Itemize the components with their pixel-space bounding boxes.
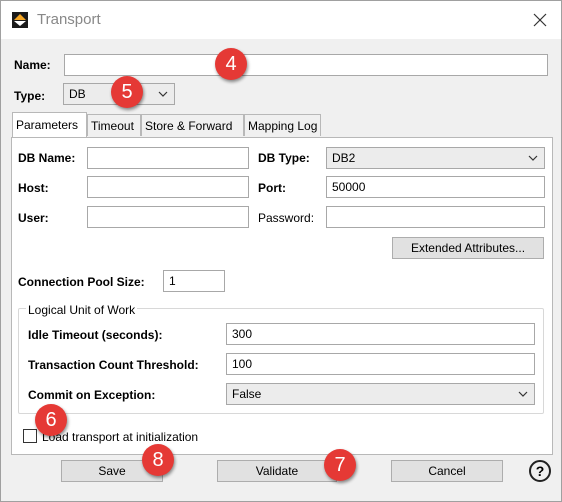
help-icon[interactable]: ?	[529, 460, 551, 482]
idle-timeout-input[interactable]: 300	[226, 323, 535, 345]
validate-button[interactable]: Validate	[217, 460, 337, 482]
close-button[interactable]	[523, 5, 557, 35]
type-select-value: DB	[69, 87, 86, 101]
db-type-select-value: DB2	[332, 151, 356, 165]
transaction-count-input[interactable]: 100	[226, 353, 535, 375]
app-logo-icon	[12, 12, 28, 28]
annotation-badge-6: 6	[35, 404, 67, 436]
luw-legend: Logical Unit of Work	[26, 303, 138, 317]
commit-select-value: False	[232, 387, 262, 401]
annotation-badge-7: 7	[324, 449, 356, 481]
window-title: Transport	[37, 11, 101, 28]
host-label: Host:	[18, 181, 49, 195]
tab-timeout[interactable]: Timeout	[87, 114, 141, 136]
title-bar: Transport	[1, 1, 561, 39]
db-type-select[interactable]: DB2	[326, 147, 545, 169]
tab-parameters[interactable]: Parameters	[12, 112, 87, 138]
annotation-badge-4: 4	[215, 48, 247, 80]
close-icon	[533, 13, 547, 27]
port-input[interactable]: 50000	[326, 176, 545, 198]
idle-timeout-label: Idle Timeout (seconds):	[28, 328, 163, 342]
type-label: Type:	[14, 89, 46, 103]
port-label: Port:	[258, 181, 286, 195]
password-input[interactable]	[326, 206, 545, 228]
user-label: User:	[18, 211, 49, 225]
connection-pool-input[interactable]: 1	[163, 270, 225, 292]
tab-mapping-log[interactable]: Mapping Log	[244, 114, 321, 136]
user-input[interactable]	[87, 206, 249, 228]
name-label: Name:	[14, 58, 51, 72]
transport-dialog: Transport Name: Type: DB Parameters Time…	[0, 0, 562, 502]
name-input[interactable]	[64, 54, 548, 76]
annotation-badge-5: 5	[111, 76, 143, 108]
tab-store-forward[interactable]: Store & Forward	[141, 114, 244, 136]
db-type-label: DB Type:	[258, 151, 310, 165]
connection-pool-label: Connection Pool Size:	[18, 275, 145, 289]
chevron-down-icon	[158, 91, 168, 97]
transaction-count-label: Transaction Count Threshold:	[28, 358, 199, 372]
password-label: Password:	[258, 211, 315, 225]
annotation-badge-8: 8	[142, 444, 174, 476]
chevron-down-icon	[528, 155, 538, 161]
db-name-input[interactable]	[87, 147, 249, 169]
host-input[interactable]	[87, 176, 249, 198]
commit-on-exception-select[interactable]: False	[226, 383, 535, 405]
load-transport-label: Load transport at initialization	[42, 430, 199, 444]
chevron-down-icon	[518, 391, 528, 397]
cancel-button[interactable]: Cancel	[391, 460, 503, 482]
load-transport-checkbox[interactable]	[23, 429, 37, 443]
extended-attributes-button[interactable]: Extended Attributes...	[392, 237, 544, 259]
commit-on-exception-label: Commit on Exception:	[28, 388, 156, 402]
db-name-label: DB Name:	[18, 151, 76, 165]
